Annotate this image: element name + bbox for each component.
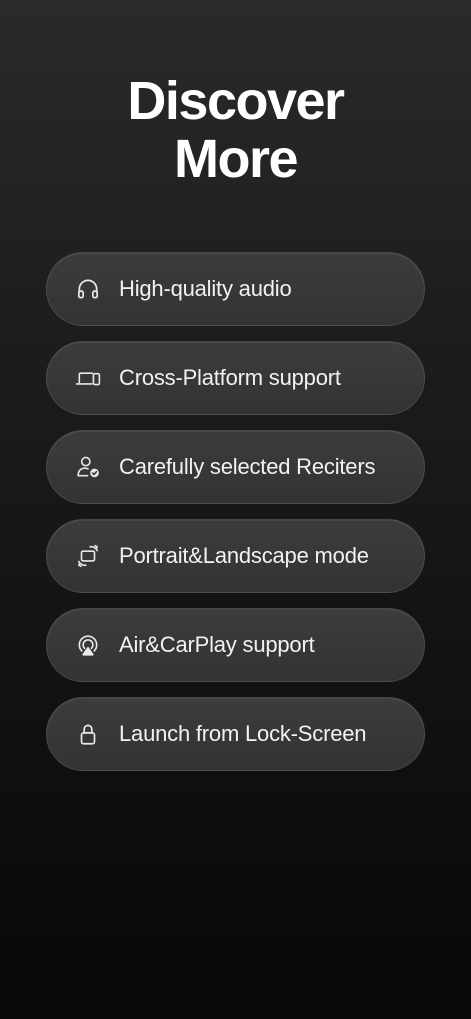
rotate-screen-icon — [75, 543, 101, 569]
devices-icon — [75, 365, 101, 391]
feature-cross-platform: Cross-Platform support — [46, 341, 425, 415]
feature-lock-screen-launch: Launch from Lock-Screen — [46, 697, 425, 771]
verified-person-icon — [75, 454, 101, 480]
feature-label: Portrait&Landscape mode — [119, 543, 369, 568]
feature-label: Launch from Lock-Screen — [119, 721, 367, 746]
title-line-2: More — [173, 129, 299, 189]
feature-label: Carefully selected Reciters — [119, 454, 376, 479]
headphones-icon — [75, 276, 101, 302]
feature-portrait-landscape: Portrait&Landscape mode — [46, 519, 425, 593]
feature-label: High-quality audio — [119, 276, 292, 301]
feature-air-carplay: Air&CarPlay support — [46, 608, 425, 682]
feature-list: High-quality audio Cross-Platform suppor… — [46, 252, 425, 786]
page-title: Discover More — [0, 72, 471, 188]
feature-high-quality-audio: High-quality audio — [46, 252, 425, 326]
feature-label: Air&CarPlay support — [119, 632, 315, 657]
airplay-icon — [75, 632, 101, 658]
feature-selected-reciters: Carefully selected Reciters — [46, 430, 425, 504]
lock-icon — [75, 721, 101, 747]
title-line-1: Discover — [127, 71, 345, 131]
feature-label: Cross-Platform support — [119, 365, 341, 390]
